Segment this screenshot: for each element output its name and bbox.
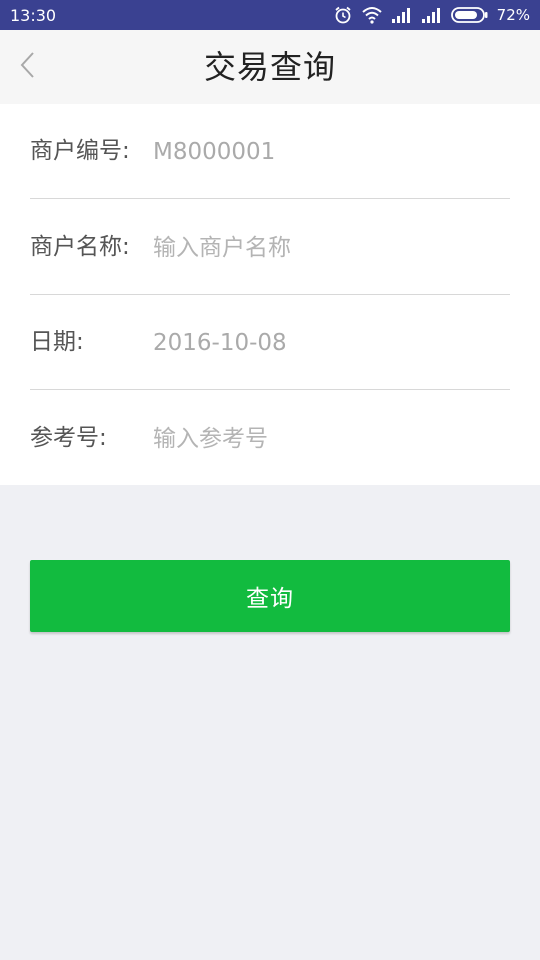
signal-icon [421, 7, 443, 23]
page-title: 交易查询 [203, 48, 336, 86]
merchant-id-row: 商户编号: [30, 104, 510, 199]
query-button[interactable]: 查询 [30, 560, 510, 632]
reference-no-input[interactable] [153, 419, 503, 459]
reference-no-label: 参考号: [30, 425, 107, 451]
alarm-icon [333, 5, 353, 25]
merchant-name-row: 商户名称: [30, 200, 510, 295]
date-row: 日期: [30, 295, 510, 390]
query-form: 商户编号: 商户名称: 日期: 参考号: [0, 104, 540, 485]
signal-icon [391, 7, 413, 23]
status-bar: 13:30 72% [0, 0, 540, 30]
merchant-id-input[interactable] [153, 132, 503, 172]
merchant-id-label: 商户编号: [30, 138, 130, 164]
wifi-icon [361, 6, 383, 24]
status-icons: 72% [333, 5, 530, 25]
date-input[interactable] [153, 323, 503, 363]
merchant-name-label: 商户名称: [30, 234, 130, 260]
battery-level: 72% [496, 6, 530, 24]
reference-no-row: 参考号: [30, 391, 510, 486]
nav-bar: 交易查询 [0, 30, 540, 104]
battery-icon [450, 6, 489, 24]
merchant-name-input[interactable] [153, 228, 503, 268]
date-label: 日期: [30, 329, 84, 355]
status-time: 13:30 [10, 5, 57, 25]
